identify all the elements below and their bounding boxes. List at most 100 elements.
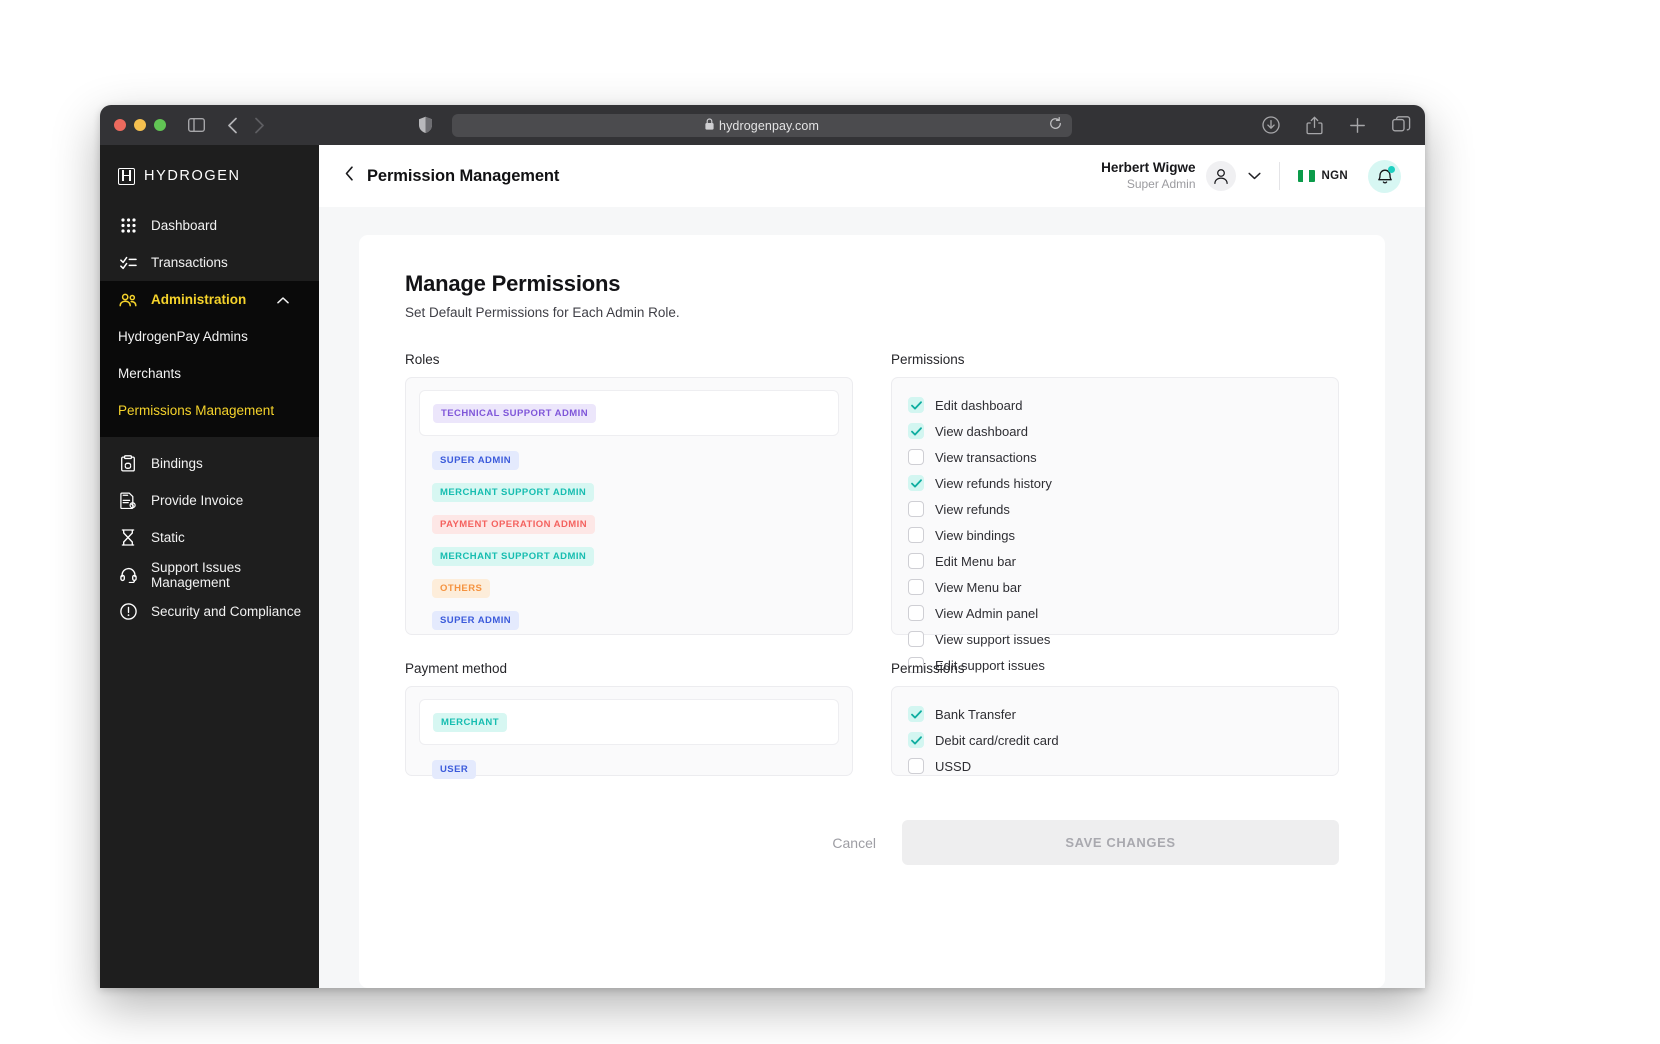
permission-row[interactable]: USSD (908, 753, 1322, 779)
reload-icon[interactable] (1049, 116, 1062, 135)
sidebar-group-administration: Administration HydrogenPay Admins Mercha… (100, 281, 319, 437)
payment-method-badge[interactable]: USER (432, 760, 477, 779)
shield-icon[interactable] (418, 116, 433, 134)
sidebar-item-dashboard[interactable]: Dashboard (100, 207, 319, 244)
checkbox-unchecked[interactable] (908, 605, 924, 621)
page-title: Permission Management (367, 166, 560, 185)
sidebar-item-hydrogenpay-admins[interactable]: HydrogenPay Admins (100, 318, 319, 355)
downloads-icon[interactable] (1262, 116, 1280, 134)
role-badge[interactable]: SUPER ADMIN (432, 611, 520, 630)
nav-forward-icon[interactable] (254, 117, 265, 134)
permission-row[interactable]: View Menu bar (908, 574, 1322, 600)
role-row[interactable]: MERCHANT SUPPORT ADMIN (422, 540, 836, 572)
sidebar-item-permissions-management[interactable]: Permissions Management (100, 392, 319, 429)
chevron-down-icon[interactable] (1247, 167, 1261, 185)
role-badge[interactable]: PAYMENT OPERATION ADMIN (432, 515, 596, 534)
zoom-window-button[interactable] (154, 119, 166, 131)
checkbox-checked[interactable] (908, 397, 924, 413)
checkbox-checked[interactable] (908, 706, 924, 722)
checkbox-checked[interactable] (908, 475, 924, 491)
nav-back-icon[interactable] (227, 117, 238, 134)
permission-label: View Menu bar (935, 579, 1022, 595)
payment-permissions-panel: Bank Transfer Debit card/credit card USS… (891, 686, 1339, 776)
checkbox-unchecked[interactable] (908, 553, 924, 569)
checkbox-unchecked[interactable] (908, 501, 924, 517)
tab-overview-icon[interactable] (1392, 116, 1411, 134)
chevron-left-icon[interactable] (345, 166, 354, 186)
sidebar-item-label: Provide Invoice (151, 493, 244, 508)
checkbox-unchecked[interactable] (908, 449, 924, 465)
notifications-button[interactable] (1368, 159, 1401, 193)
close-window-button[interactable] (114, 119, 126, 131)
sidebar-item-support-issues-management[interactable]: Support Issues Management (100, 556, 319, 593)
permission-row[interactable]: View Admin panel (908, 600, 1322, 626)
role-badge[interactable]: TECHNICAL SUPPORT ADMIN (433, 404, 597, 423)
permission-row[interactable]: View refunds (908, 496, 1322, 522)
role-row[interactable]: OTHERS (422, 572, 836, 604)
permission-row[interactable]: Edit Menu bar (908, 548, 1322, 574)
share-icon[interactable] (1306, 116, 1323, 135)
roles-label: Roles (405, 352, 440, 367)
avatar[interactable] (1205, 161, 1236, 191)
minimize-window-button[interactable] (134, 119, 146, 131)
sidebar-item-static[interactable]: Static (100, 519, 319, 556)
chevron-up-icon[interactable] (277, 292, 289, 307)
permission-label: View dashboard (935, 423, 1028, 439)
sidebar-item-bindings[interactable]: Bindings (100, 445, 319, 482)
payment-method-selected-box[interactable]: MERCHANT (419, 699, 839, 745)
payment-method-panel: MERCHANT USER (405, 686, 853, 779)
permission-row[interactable]: Edit dashboard (908, 392, 1322, 418)
sidebar-item-label: Administration (151, 292, 247, 307)
role-row[interactable]: SUPER ADMIN (422, 604, 836, 636)
checkbox-unchecked[interactable] (908, 579, 924, 595)
sidebar-subitem-label: HydrogenPay Admins (118, 329, 248, 344)
payment-method-label: Payment method (405, 661, 508, 676)
role-row[interactable]: PAYMENT OPERATION ADMIN (422, 508, 836, 540)
currency-selector[interactable]: NGN (1297, 170, 1348, 182)
brand-name: HYDROGEN (144, 168, 241, 184)
role-badge[interactable]: MERCHANT SUPPORT ADMIN (432, 547, 595, 566)
permission-label: View support issues (935, 631, 1051, 647)
permission-row[interactable]: View dashboard (908, 418, 1322, 444)
permission-row[interactable]: Debit card/credit card (908, 727, 1322, 753)
role-selected-box[interactable]: TECHNICAL SUPPORT ADMIN (419, 390, 839, 436)
permission-row[interactable]: View transactions (908, 444, 1322, 470)
user-menu[interactable]: Herbert Wigwe Super Admin (1101, 160, 1261, 192)
grid-icon (118, 218, 138, 233)
checkbox-checked[interactable] (908, 732, 924, 748)
role-badge[interactable]: SUPER ADMIN (432, 451, 520, 470)
checkbox-unchecked[interactable] (908, 527, 924, 543)
sidebar-item-transactions[interactable]: Transactions (100, 244, 319, 281)
address-bar[interactable]: hydrogenpay.com (452, 114, 1072, 137)
permissions-label: Permissions (891, 352, 965, 367)
sidebar-item-label: Security and Compliance (151, 604, 302, 619)
card-subtitle: Set Default Permissions for Each Admin R… (405, 305, 680, 320)
role-row[interactable]: SUPER ADMIN (422, 444, 836, 476)
notification-badge (1388, 165, 1395, 173)
role-row[interactable]: MERCHANT SUPPORT ADMIN (422, 476, 836, 508)
user-text: Herbert Wigwe Super Admin (1101, 160, 1195, 192)
sidebar-item-merchants[interactable]: Merchants (100, 355, 319, 392)
permission-row[interactable]: View bindings (908, 522, 1322, 548)
payment-method-row[interactable]: USER (422, 753, 836, 785)
permissions-column: Permissions Edit dashboard View dashboar… (891, 352, 1339, 673)
role-badge[interactable]: OTHERS (432, 579, 491, 598)
sidebar-item-provide-invoice[interactable]: Provide Invoice (100, 482, 319, 519)
role-badge[interactable]: MERCHANT SUPPORT ADMIN (432, 483, 595, 502)
url-text: hydrogenpay.com (719, 118, 819, 133)
payment-method-badge[interactable]: MERCHANT (433, 713, 507, 732)
checkbox-unchecked[interactable] (908, 631, 924, 647)
new-tab-icon[interactable] (1349, 117, 1366, 134)
cancel-button[interactable]: Cancel (806, 825, 902, 861)
sidebar-item-label: Dashboard (151, 218, 218, 233)
sidebar-item-security-and-compliance[interactable]: Security and Compliance (100, 593, 319, 630)
permission-row[interactable]: View refunds history (908, 470, 1322, 496)
permission-row[interactable]: View support issues (908, 626, 1322, 652)
permission-row[interactable]: Bank Transfer (908, 701, 1322, 727)
sidebar-item-administration[interactable]: Administration (100, 281, 319, 318)
sidebar-toggle-icon[interactable] (188, 118, 205, 132)
checkbox-unchecked[interactable] (908, 758, 924, 774)
save-changes-button[interactable]: SAVE CHANGES (902, 820, 1339, 865)
sidebar-item-label: Bindings (151, 456, 203, 471)
checkbox-checked[interactable] (908, 423, 924, 439)
